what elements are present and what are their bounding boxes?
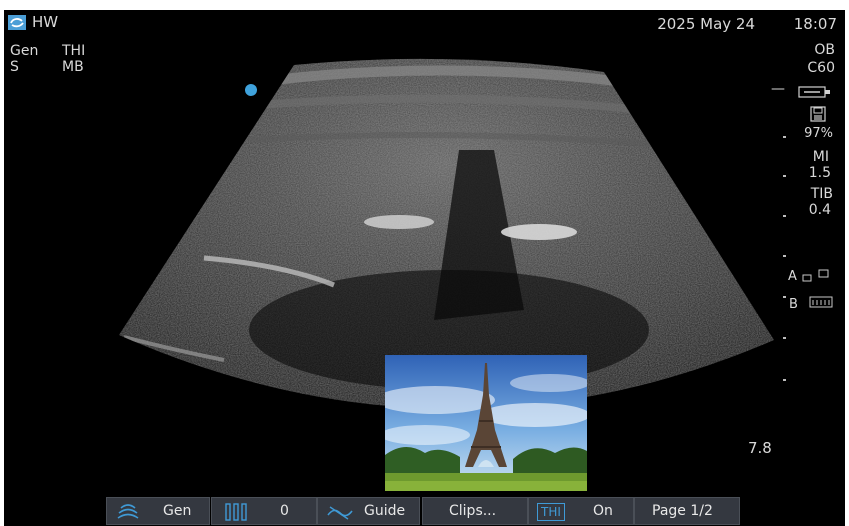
clips-button[interactable]: Clips... [422, 497, 528, 525]
gain-button[interactable]: 0 [211, 497, 317, 525]
page-label: Page 1/2 [652, 503, 713, 519]
page-button[interactable]: Page 1/2 [634, 497, 740, 525]
marker-a-icon [801, 268, 831, 287]
clips-label: Clips... [449, 503, 497, 519]
guide-label: Guide [364, 503, 406, 519]
probe-text: C60 [807, 60, 835, 76]
gain-value: 0 [280, 503, 289, 519]
preset-text: OB [814, 42, 835, 58]
thi-toggle[interactable]: THI On [528, 497, 634, 525]
depth-value-text: 7.8 [748, 439, 772, 457]
depth-tick [783, 255, 786, 257]
guide-icon [327, 506, 353, 520]
marker-b-label: B [789, 297, 798, 312]
depth-tick [783, 215, 786, 217]
probe-mode-icon [117, 504, 139, 519]
depth-tick [783, 337, 786, 339]
thi-badge: THI [537, 503, 565, 521]
guide-button[interactable]: Guide [317, 497, 420, 525]
mi-label: MI [812, 149, 829, 165]
probe-icon [798, 83, 832, 102]
depth-tick [783, 175, 786, 177]
depth-tick [783, 296, 786, 298]
tib-value: 0.4 [808, 202, 831, 218]
save-icon [810, 106, 826, 126]
gain-icon [225, 503, 247, 521]
marker-b-icon [809, 294, 833, 313]
depth-tick [783, 379, 786, 381]
depth-tick [783, 136, 786, 138]
ultrasound-screen: HW 2025 May 24 18:07 Gen THI S MB OB C60… [4, 10, 845, 526]
battery-percent-text: 97% [804, 126, 833, 141]
gen-button[interactable]: Gen [106, 497, 210, 525]
thi-state: On [593, 503, 613, 519]
mi-value: 1.5 [808, 165, 831, 181]
gen-label: Gen [163, 503, 192, 519]
marker-a-label: A [788, 269, 797, 284]
tib-label: TIB [810, 186, 833, 202]
eiffel-tower-photo [385, 355, 587, 491]
bottom-toolbar: Gen 0 Guide Clips... THI On Page 1/2 [4, 497, 845, 526]
minus-mark: — [771, 81, 785, 97]
